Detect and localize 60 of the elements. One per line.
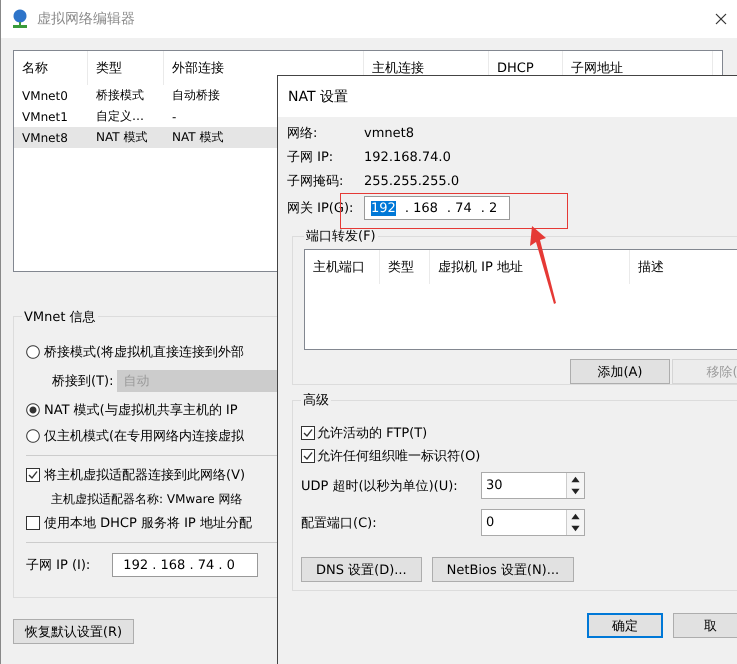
checkbox-label[interactable]: 使用本地 DHCP 服务将 IP 地址分配	[44, 514, 252, 532]
info-value: 255.255.255.0	[364, 174, 460, 188]
table-cell: 自定义…	[96, 108, 144, 125]
checkbox-label[interactable]: 允许活动的 FTP(T)	[317, 424, 428, 442]
ip-octet: 192	[371, 200, 396, 216]
column-header[interactable]: 名称	[14, 51, 88, 85]
table-cell: NAT 模式	[172, 129, 224, 146]
info-label: 子网掩码:	[287, 173, 344, 190]
table-cell: VMnet1	[22, 110, 68, 124]
field-label: 配置端口(C):	[301, 514, 378, 532]
radio-button[interactable]	[26, 345, 40, 359]
table-cell: NAT 模式	[96, 129, 148, 146]
restore-defaults-button[interactable]: 恢复默认设置(R)	[13, 619, 134, 644]
table-cell: VMnet0	[22, 88, 68, 102]
column-header[interactable]: 主机端口	[305, 250, 380, 284]
radio-button[interactable]	[26, 403, 40, 417]
settings-button[interactable]: NetBios 设置(N)...	[432, 557, 574, 582]
group-title: VMnet 信息	[22, 308, 98, 326]
radio-label[interactable]: NAT 模式(与虚拟机共享主机的 IP	[44, 401, 238, 419]
ip-octet: . 168	[404, 200, 438, 216]
checkbox[interactable]	[26, 468, 40, 482]
column-header[interactable]: 类型	[88, 51, 164, 85]
adapter-name-text: 主机虚拟适配器名称: VMware 网络	[51, 490, 242, 508]
settings-button[interactable]: DNS 设置(D)...	[301, 557, 422, 582]
field-label: 子网 IP (I):	[26, 557, 90, 574]
table-cell: 自动桥接	[172, 87, 220, 104]
checkbox-label[interactable]: 将主机虚拟适配器连接到此网络(V)	[44, 466, 246, 484]
checkbox-label[interactable]: 允许任何组织唯一标识符(O)	[317, 446, 480, 464]
table-cell: 桥接模式	[96, 87, 144, 104]
radio-label[interactable]: 仅主机模式(在专用网络内连接虚拟	[44, 427, 244, 445]
ip-octet: . 74	[446, 200, 472, 216]
dialog-button[interactable]: 取	[672, 613, 737, 638]
field-label: UDP 超时(以秒为单位)(U):	[301, 478, 459, 494]
radio-button[interactable]	[26, 429, 40, 443]
column-header[interactable]: 类型	[380, 250, 430, 284]
info-label: 网络:	[287, 125, 318, 142]
info-value: 192.168.74.0	[364, 150, 451, 164]
table-cell: VMnet8	[22, 130, 68, 144]
table-cell: -	[172, 110, 176, 124]
network-globe-icon	[11, 9, 29, 29]
checkbox[interactable]	[26, 516, 40, 530]
info-value: vmnet8	[364, 126, 414, 140]
ip-octet: . 2	[480, 200, 498, 216]
checkbox[interactable]	[301, 426, 315, 440]
info-label: 子网 IP:	[287, 149, 334, 166]
spin-field[interactable]: 0	[481, 509, 585, 536]
ip-address-field[interactable]: 192 . 168 . 74 . 0	[112, 553, 258, 577]
group-title: 高级	[302, 392, 330, 409]
checkbox[interactable]	[301, 448, 315, 462]
dialog-title: NAT 设置	[288, 88, 348, 106]
group-title: 端口转发(F)	[305, 228, 377, 245]
window-title: 虚拟网络编辑器	[37, 10, 136, 28]
spin-field[interactable]: 30	[481, 472, 585, 499]
action-button[interactable]: 添加(A)	[570, 359, 670, 384]
close-icon[interactable]	[715, 13, 727, 25]
field-label: 桥接到(T):	[52, 373, 114, 390]
gateway-ip-field[interactable]: 192 . 168 . 74 . 2	[364, 196, 510, 220]
radio-label[interactable]: 桥接模式(将虚拟机直接连接到外部	[44, 343, 244, 361]
column-header[interactable]: 描述	[630, 250, 737, 284]
dialog-button[interactable]: 确定	[587, 613, 663, 638]
